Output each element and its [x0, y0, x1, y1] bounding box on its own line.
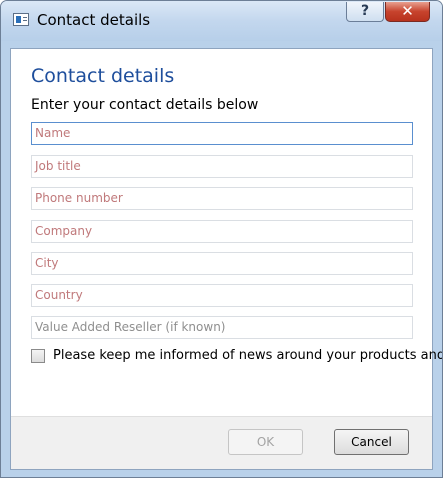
window-app-icon — [13, 13, 29, 26]
name-placeholder: Name — [35, 126, 71, 140]
company-placeholder: Company — [35, 224, 93, 238]
job-title-placeholder: Job title — [35, 159, 81, 173]
newsletter-checkbox[interactable] — [31, 349, 45, 363]
close-button[interactable]: ✕ — [385, 2, 430, 22]
phone-number-placeholder: Phone number — [35, 191, 123, 205]
window-title: Contact details — [37, 11, 151, 29]
phone-number-field[interactable]: Phone number — [31, 187, 413, 210]
close-icon: ✕ — [401, 2, 414, 20]
help-button[interactable]: ? — [346, 2, 384, 22]
job-title-field[interactable]: Job title — [31, 155, 413, 178]
newsletter-checkbox-label[interactable]: Please keep me informed of news around y… — [53, 348, 442, 363]
reseller-field[interactable]: Value Added Reseller (if known) — [31, 316, 413, 339]
dialog-footer: OK Cancel — [11, 416, 432, 469]
cancel-button[interactable]: Cancel — [334, 429, 409, 455]
country-placeholder: Country — [35, 288, 83, 302]
dialog-window: Contact details ? ✕ Contact details Ente… — [0, 0, 443, 478]
ok-button[interactable]: OK — [228, 429, 303, 455]
city-placeholder: City — [35, 256, 59, 270]
reseller-placeholder: Value Added Reseller (if known) — [35, 320, 226, 334]
help-icon: ? — [360, 3, 370, 19]
title-bar[interactable]: Contact details ? ✕ — [1, 1, 442, 41]
company-field[interactable]: Company — [31, 220, 413, 243]
dialog-content: Contact details Enter your contact detai… — [10, 48, 442, 470]
name-field[interactable]: Name — [31, 122, 413, 145]
page-title: Contact details — [31, 65, 175, 87]
city-field[interactable]: City — [31, 252, 413, 275]
instructions-text: Enter your contact details below — [31, 97, 259, 113]
country-field[interactable]: Country — [31, 284, 413, 307]
